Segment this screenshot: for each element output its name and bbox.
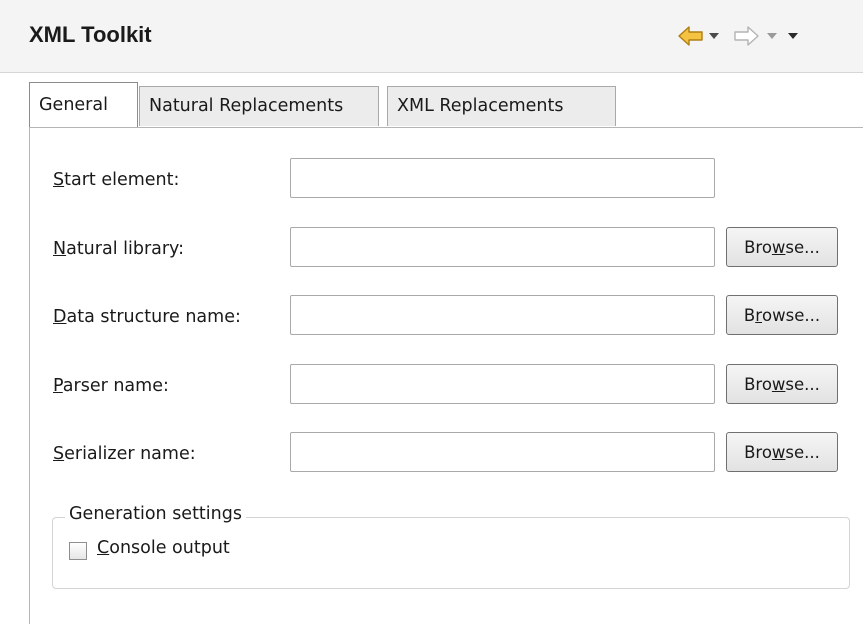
view-title: XML Toolkit	[29, 22, 152, 47]
parser-name-label: Parser name:	[53, 376, 169, 396]
view-title-bar: XML Toolkit	[0, 0, 863, 73]
parser-browse-button[interactable]: Bro w se...	[726, 364, 838, 404]
console-output-checkbox[interactable]	[69, 542, 87, 560]
forward-arrow-icon[interactable]	[733, 24, 759, 48]
start-element-field[interactable]	[290, 158, 715, 198]
data-structure-browse-button[interactable]: Br owse...	[726, 295, 838, 335]
forward-history-chevron-down-icon[interactable]	[766, 24, 778, 48]
tab-natural-replacements[interactable]: Natural Replacements	[139, 86, 379, 126]
back-arrow-icon[interactable]	[678, 24, 704, 48]
tab-general[interactable]: General	[29, 82, 138, 127]
generation-settings-group: Generation settings Console output	[52, 504, 850, 589]
console-output-label[interactable]: Console output	[97, 538, 230, 558]
serializer-name-field[interactable]	[290, 432, 715, 472]
parser-name-field[interactable]	[290, 364, 715, 404]
natural-library-field[interactable]	[290, 227, 715, 267]
serializer-name-label: Serializer name:	[53, 444, 196, 464]
natural-library-browse-button[interactable]: Bro w se...	[726, 227, 838, 267]
serializer-browse-button[interactable]: Bro w se...	[726, 432, 838, 472]
back-history-chevron-down-icon[interactable]	[708, 24, 720, 48]
start-element-label: Start element:	[53, 170, 180, 190]
data-structure-name-label: Data structure name:	[53, 307, 241, 327]
view-menu-icon[interactable]	[787, 24, 799, 48]
natural-library-label: Natural library:	[53, 239, 185, 259]
general-tab-panel: Start element: Natural library: Bro w se..…	[29, 127, 863, 624]
tab-xml-replacements[interactable]: XML Replacements	[387, 86, 616, 126]
data-structure-name-field[interactable]	[290, 295, 715, 335]
xml-toolkit-view: XML Toolkit Natural Replacements XML Rep…	[0, 0, 863, 624]
generation-settings-title: Generation settings	[65, 504, 246, 524]
